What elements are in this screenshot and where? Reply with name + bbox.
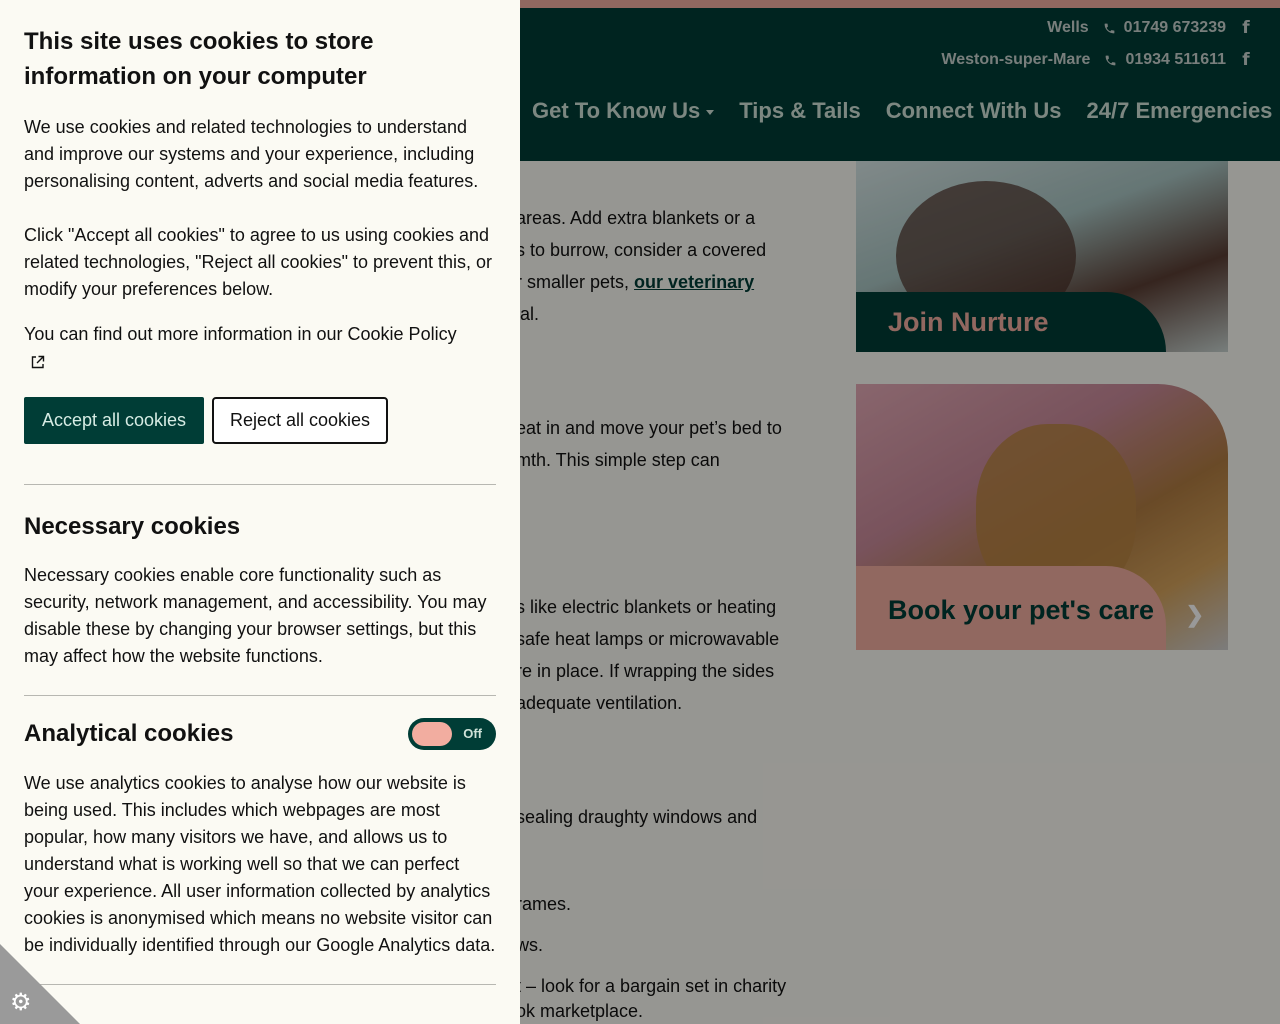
toggle-state-label: Off <box>463 726 482 741</box>
toggle-knob <box>412 722 452 746</box>
cookie-policy-line: You can find out more information in our… <box>24 321 496 375</box>
external-link-icon[interactable] <box>30 354 46 370</box>
divider <box>24 984 496 985</box>
divider <box>24 695 496 696</box>
analytical-cookies-toggle[interactable]: Off <box>408 718 496 750</box>
cookie-settings-icon: ⚙ <box>10 988 32 1016</box>
cookie-title: This site uses cookies to store informat… <box>24 28 374 90</box>
cookie-panel: This site uses cookies to store informat… <box>0 0 520 1024</box>
cookie-instructions: Click "Accept all cookies" to agree to u… <box>24 225 493 299</box>
cookie-settings-button[interactable]: ⚙ <box>0 944 80 1024</box>
cookie-policy-text: You can find out more information in our… <box>24 324 457 344</box>
accept-all-button[interactable]: Accept all cookies <box>24 397 204 444</box>
necessary-cookies-text: Necessary cookies enable core functional… <box>24 565 487 666</box>
cookie-button-row: Accept all cookies Reject all cookies <box>24 397 496 444</box>
necessary-cookies-heading: Necessary cookies <box>24 513 241 540</box>
analytical-cookies-heading: Analytical cookies <box>24 720 234 747</box>
cookie-intro: We use cookies and related technologies … <box>24 117 479 191</box>
divider <box>24 484 496 485</box>
analytical-cookies-text: We use analytics cookies to analyse how … <box>24 773 496 955</box>
reject-all-button[interactable]: Reject all cookies <box>212 397 388 444</box>
analytical-cookies-row: Analytical cookies Off <box>24 718 496 750</box>
